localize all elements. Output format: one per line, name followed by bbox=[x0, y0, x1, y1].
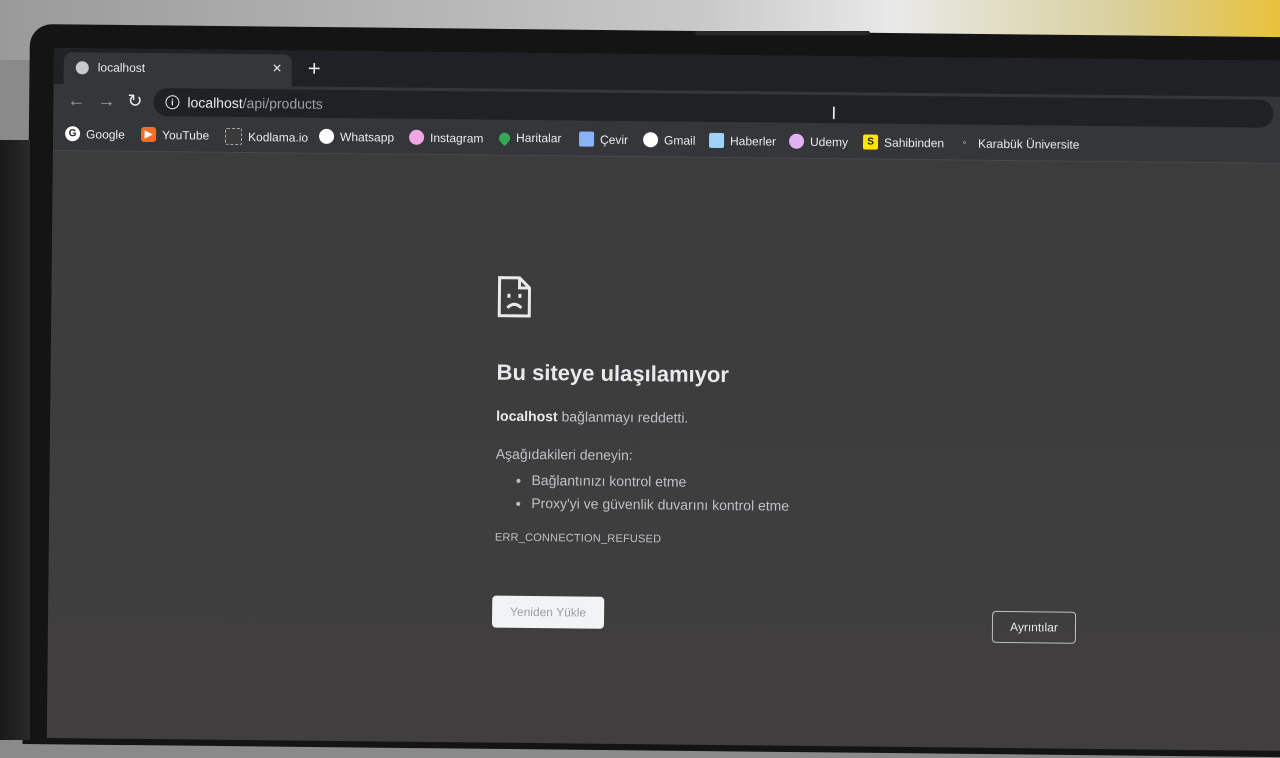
error-code: ERR_CONNECTION_REFUSED bbox=[494, 531, 662, 546]
error-host: localhost bbox=[496, 407, 558, 425]
bookmark-label: Çevir bbox=[600, 132, 629, 147]
suggestions-title: Aşağıdakileri deneyin: bbox=[495, 445, 633, 464]
bookmark-whatsapp[interactable]: Whatsapp bbox=[319, 128, 395, 145]
text-cursor-icon: I bbox=[831, 103, 837, 124]
bookmark-label: YouTube bbox=[162, 127, 210, 143]
error-page: Bu siteye ulaşılamıyor localhost bağlanm… bbox=[47, 151, 1280, 751]
bookmark-instagram[interactable]: Instagram bbox=[409, 129, 484, 146]
back-icon[interactable]: ← bbox=[67, 89, 85, 111]
kodlama-icon bbox=[224, 127, 243, 145]
reload-icon[interactable]: ↻ bbox=[127, 90, 142, 112]
youtube-icon: ▶ bbox=[141, 126, 157, 143]
error-summary-text: bağlanmayı reddetti. bbox=[557, 408, 689, 426]
bookmark-haritalar[interactable]: Haritalar bbox=[496, 129, 562, 146]
bookmark-google[interactable]: G Google bbox=[65, 126, 125, 142]
whatsapp-icon bbox=[319, 128, 335, 144]
url-path: /api/products bbox=[242, 94, 323, 112]
bookmark-label: Instagram bbox=[430, 130, 484, 146]
bookmark-label: Sahibinden bbox=[883, 135, 945, 150]
tab-localhost[interactable]: localhost × bbox=[63, 52, 292, 87]
globe-icon bbox=[75, 61, 89, 75]
sahibinden-icon: S bbox=[862, 134, 879, 150]
bookmark-gmail[interactable]: Gmail bbox=[642, 132, 696, 148]
close-icon[interactable]: × bbox=[272, 59, 282, 79]
maps-icon bbox=[496, 129, 513, 146]
sad-document-icon bbox=[497, 276, 532, 318]
info-icon[interactable]: i bbox=[165, 95, 180, 110]
url-host: localhost bbox=[187, 94, 243, 111]
bookmark-karabuk[interactable]: ◦ Karabük Üniversite bbox=[956, 135, 1080, 152]
instagram-icon bbox=[409, 129, 425, 145]
bookmark-label: Kodlama.io bbox=[248, 129, 309, 145]
browser-window: localhost × + ← → ↻ i localhost/api/prod… bbox=[46, 48, 1280, 751]
suggestions-list: Bağlantınızı kontrol etme Proxy'yi ve gü… bbox=[515, 469, 789, 518]
bookmark-label: Haberler bbox=[729, 133, 777, 149]
bezel-shadow bbox=[0, 140, 30, 740]
bookmark-kodlama[interactable]: Kodlama.io bbox=[224, 127, 309, 146]
error-summary: localhost bağlanmayı reddetti. bbox=[496, 408, 688, 426]
bookmark-label: Karabük Üniversite bbox=[977, 136, 1080, 152]
karabuk-icon: ◦ bbox=[956, 135, 973, 151]
bookmark-udemy[interactable]: Udemy bbox=[788, 133, 849, 150]
udemy-icon bbox=[788, 133, 805, 149]
forward-icon[interactable]: → bbox=[97, 89, 115, 111]
bookmark-haberler[interactable]: Haberler bbox=[708, 132, 777, 149]
bookmark-label: Gmail bbox=[663, 132, 696, 148]
details-button[interactable]: Ayrıntılar bbox=[991, 610, 1077, 644]
bookmark-label: Udemy bbox=[809, 134, 849, 149]
translate-icon bbox=[578, 131, 595, 147]
new-tab-button[interactable]: + bbox=[308, 55, 321, 83]
reload-button[interactable]: Yeniden Yükle bbox=[491, 595, 605, 629]
news-icon bbox=[708, 132, 725, 149]
bookmark-cevir[interactable]: Çevir bbox=[578, 131, 629, 148]
bookmark-youtube[interactable]: ▶ YouTube bbox=[141, 126, 210, 143]
google-icon: G bbox=[65, 126, 81, 142]
bookmark-label: Google bbox=[86, 126, 125, 142]
suggestion-item: Proxy'yi ve güvenlik duvarını kontrol et… bbox=[531, 492, 789, 518]
bookmark-sahibinden[interactable]: S Sahibinden bbox=[862, 134, 945, 150]
bookmark-label: Haritalar bbox=[516, 130, 562, 146]
tab-title: localhost bbox=[97, 60, 146, 75]
gmail-icon bbox=[642, 132, 659, 148]
bookmark-label: Whatsapp bbox=[340, 129, 395, 145]
error-heading: Bu siteye ulaşılamıyor bbox=[496, 359, 730, 388]
url-text[interactable]: localhost/api/products bbox=[187, 94, 323, 111]
suggestion-item: Bağlantınızı kontrol etme bbox=[531, 469, 789, 495]
webcam-notch bbox=[695, 31, 870, 35]
